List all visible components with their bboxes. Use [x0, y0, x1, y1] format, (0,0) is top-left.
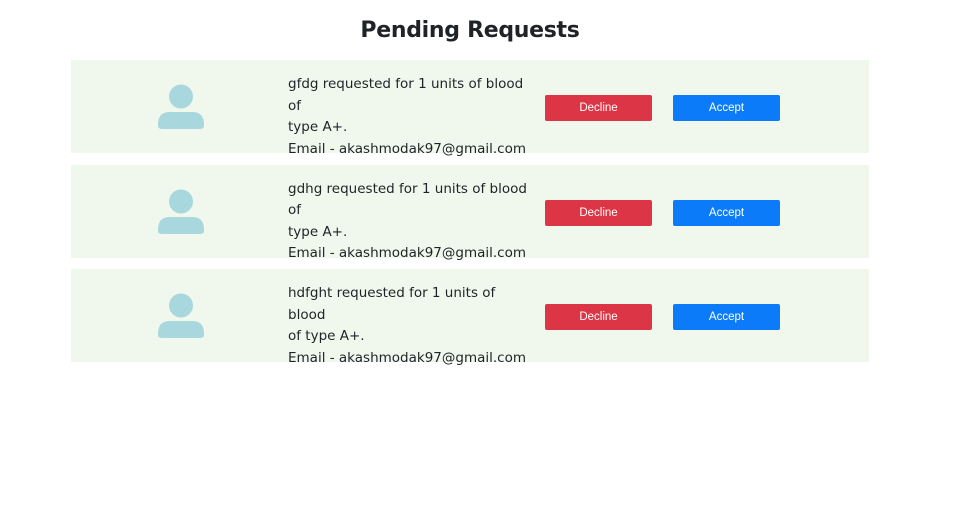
request-card: hdfght requested for 1 units of blood of… [71, 269, 869, 366]
user-avatar-icon [158, 293, 204, 339]
request-message: hdfght requested for 1 units of blood [288, 285, 496, 323]
request-message: gdhg requested for 1 units of blood of [288, 180, 527, 219]
request-details: hdfght requested for 1 units of blood of… [288, 283, 528, 369]
request-card: gdhg requested for 1 units of blood of t… [71, 164, 869, 261]
accept-button[interactable]: Accept [673, 304, 780, 330]
page-title: Pending Requests [360, 18, 580, 43]
decline-button[interactable]: Decline [545, 199, 652, 226]
request-message: of type A+. [288, 328, 365, 344]
request-card: gfdg requested for 1 units of blood of t… [71, 60, 869, 157]
requester-email: Email - akashmodak97@gmail.com [288, 245, 526, 261]
request-message: type A+. [288, 223, 348, 240]
requester-email: Email - akashmodak97@gmail.com [288, 349, 526, 366]
accept-button[interactable]: Accept [673, 199, 780, 226]
request-details: gfdg requested for 1 units of blood of t… [288, 74, 528, 160]
user-avatar-icon [158, 84, 204, 130]
decline-button[interactable]: Decline [545, 304, 652, 330]
request-message: gfdg requested for 1 units of blood of [288, 76, 524, 114]
request-details: gdhg requested for 1 units of blood of t… [288, 179, 528, 265]
requester-email: Email - akashmodak97@gmail.com [288, 140, 526, 157]
request-list: gfdg requested for 1 units of blood of t… [71, 60, 869, 374]
accept-button[interactable]: Accept [673, 95, 780, 121]
user-avatar-icon [158, 189, 204, 235]
decline-button[interactable]: Decline [545, 95, 652, 121]
request-message: type A+. [288, 119, 348, 135]
